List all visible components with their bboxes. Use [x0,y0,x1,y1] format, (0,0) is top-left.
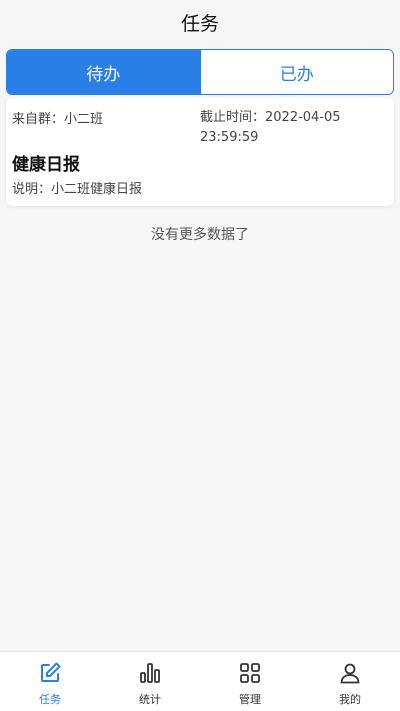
header: 任务 [0,0,400,44]
tab-todo[interactable]: 待办 [7,50,200,94]
nav-item-task[interactable]: 任务 [0,652,100,711]
task-title: 健康日报 [12,155,80,175]
bottom-navigation: 任务 统计 管理 我的 [0,651,400,711]
task-description: 说明：小二班健康日报 [12,182,143,197]
grid-icon [237,660,263,686]
nav-item-me[interactable]: 我的 [300,652,400,711]
page-title: 任务 [180,12,219,35]
list-end-message: 没有更多数据了 [151,227,249,243]
tab-bar: 待办 已办 [6,49,394,95]
task-source-group: 来自群：小二班 [12,112,104,127]
nav-label-stats: 统计 [139,693,161,706]
task-card[interactable]: 来自群：小二班 截止时间：2022-04-05 23:59:59 健康日报 说明… [6,98,394,206]
tab-done[interactable]: 已办 [199,50,393,94]
edit-icon [37,660,63,686]
user-icon [337,660,363,686]
nav-label-task: 任务 [39,693,61,706]
app-root: 任务 待办 已办 来自群：小二班 截止时间：2022-04-05 23:59:5… [0,0,400,711]
bar-chart-icon [137,660,163,686]
nav-item-manage[interactable]: 管理 [200,652,300,711]
nav-label-me: 我的 [339,693,361,706]
task-deadline: 截止时间：2022-04-05 23:59:59 [200,110,341,145]
nav-item-stats[interactable]: 统计 [100,652,200,711]
nav-label-manage: 管理 [239,693,261,706]
